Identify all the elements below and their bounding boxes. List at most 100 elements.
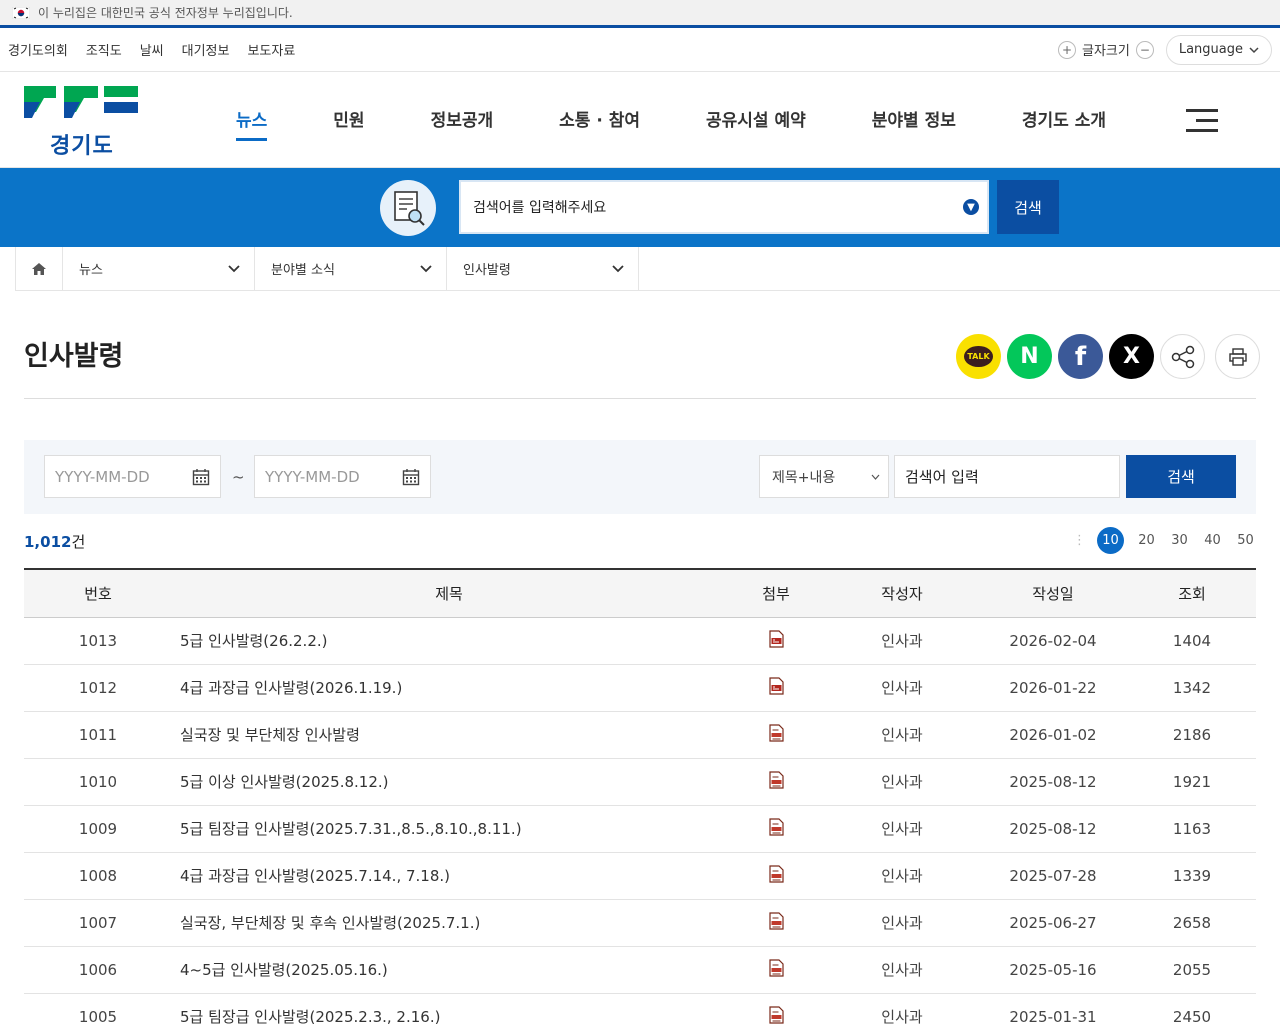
table-row[interactable]: 1007 실국장, 부단체장 및 후속 인사발령(2025.7.1.) 인사과 202…: [24, 899, 1256, 947]
table-row[interactable]: 1011 실국장 및 부단체장 인사발령 인사과 2026-01-02 2186: [24, 711, 1256, 759]
breadcrumb-news[interactable]: 뉴스: [63, 247, 255, 290]
x-label: X: [1123, 344, 1140, 369]
date-from-input[interactable]: YYYY-MM-DD: [44, 455, 221, 498]
table-row[interactable]: 1008 4급 과장급 인사발령(2025.7.14., 7.18.) 인사과 202…: [24, 852, 1256, 900]
pdf-file-icon[interactable]: [768, 676, 784, 695]
utility-link-air-quality[interactable]: 대기정보: [182, 40, 230, 59]
breadcrumb-field-news[interactable]: 분야별 소식: [255, 247, 447, 290]
nav-civil-petition[interactable]: 민원: [333, 106, 364, 131]
document-file-icon[interactable]: [768, 817, 784, 836]
chevron-down-icon: [612, 264, 624, 272]
gyeonggi-logo[interactable]: 경기도: [22, 84, 140, 159]
table-row[interactable]: 1013 5급 인사발령(26.2.2.) 인사과 2026-02-04 1404: [24, 617, 1256, 665]
row-title-link[interactable]: 5급 팀장급 인사발령(2025.2.3., 2.16.): [172, 993, 726, 1024]
home-icon[interactable]: [15, 247, 63, 290]
document-file-icon[interactable]: [768, 1005, 784, 1024]
table-row[interactable]: 1010 5급 이상 인사발령(2025.8.12.) 인사과 2025-08-12 1…: [24, 758, 1256, 806]
site-search-button[interactable]: 검색: [997, 180, 1059, 234]
font-decrease-icon[interactable]: −: [1135, 40, 1154, 59]
document-file-icon[interactable]: [768, 911, 784, 930]
row-number: 1005: [24, 993, 172, 1024]
nav-facility-reservation[interactable]: 공유시설 예약: [706, 106, 806, 131]
page-size-selector: ⋮ 10 20 30 40 50: [1073, 527, 1262, 554]
x-share-icon[interactable]: X: [1109, 334, 1154, 379]
calendar-icon[interactable]: [402, 468, 420, 486]
nav-info-disclosure[interactable]: 정보공개: [431, 106, 494, 131]
row-attachment: [726, 899, 826, 947]
chevron-down-icon: [1249, 46, 1259, 53]
page-size-50[interactable]: 50: [1229, 533, 1262, 548]
row-views: 2055: [1128, 946, 1256, 994]
table-row[interactable]: 1006 4~5급 인사발령(2025.05.16.) 인사과 2025-05-16 2…: [24, 946, 1256, 994]
menu-icon[interactable]: [1186, 109, 1218, 133]
page-size-40[interactable]: 40: [1196, 533, 1229, 548]
column-attachment: 첨부: [726, 568, 826, 618]
date-from-placeholder: YYYY-MM-DD: [55, 467, 150, 486]
date-to-input[interactable]: YYYY-MM-DD: [254, 455, 431, 498]
document-file-icon[interactable]: [768, 958, 784, 977]
font-increase-icon[interactable]: +: [1058, 40, 1076, 59]
nav-participation[interactable]: 소통 · 참여: [559, 106, 640, 131]
naver-share-icon[interactable]: N: [1007, 334, 1052, 379]
row-date: 2026-02-04: [978, 617, 1128, 665]
row-title-link[interactable]: 5급 인사발령(26.2.2.): [172, 617, 726, 665]
row-title-link[interactable]: 4~5급 인사발령(2025.05.16.): [172, 946, 726, 994]
utility-link-press[interactable]: 보도자료: [247, 40, 295, 59]
title-divider: [24, 398, 1256, 399]
page-size-20[interactable]: 20: [1130, 533, 1163, 548]
row-author: 인사과: [826, 711, 978, 759]
row-title-link[interactable]: 실국장 및 부단체장 인사발령: [172, 711, 726, 759]
share-buttons: TALK N f X: [956, 334, 1260, 379]
kakaotalk-share-icon[interactable]: TALK: [956, 334, 1001, 379]
date-to-placeholder: YYYY-MM-DD: [265, 467, 360, 486]
filter-search-button[interactable]: 검색: [1126, 455, 1236, 498]
print-icon[interactable]: [1215, 334, 1260, 379]
nav-news[interactable]: 뉴스: [236, 106, 268, 141]
row-title-link[interactable]: 4급 과장급 인사발령(2025.7.14., 7.18.): [172, 852, 726, 900]
nav-about-gyeonggi[interactable]: 경기도 소개: [1022, 106, 1106, 131]
table-row[interactable]: 1005 5급 팀장급 인사발령(2025.2.3., 2.16.) 인사과 2025…: [24, 993, 1256, 1024]
language-button[interactable]: Language: [1165, 34, 1272, 65]
row-title-link[interactable]: 5급 팀장급 인사발령(2025.7.31.,8.5.,8.10.,8.11.): [172, 805, 726, 853]
document-file-icon[interactable]: [768, 770, 784, 789]
row-author: 인사과: [826, 617, 978, 665]
row-author: 인사과: [826, 993, 978, 1024]
utility-link-org-chart[interactable]: 조직도: [86, 40, 122, 59]
font-size-control: + 글자크기 −: [1058, 40, 1154, 59]
calendar-icon[interactable]: [192, 468, 210, 486]
row-attachment: [726, 758, 826, 806]
search-band: 검색어를 입력해주세요 ▼ 검색: [0, 168, 1280, 247]
row-title-link[interactable]: 실국장, 부단체장 및 후속 인사발령(2025.7.1.): [172, 899, 726, 947]
nav-field-info[interactable]: 분야별 정보: [872, 106, 956, 131]
document-file-icon[interactable]: [768, 723, 784, 742]
row-views: 1921: [1128, 758, 1256, 806]
row-number: 1006: [24, 946, 172, 994]
table-row[interactable]: 1009 5급 팀장급 인사발령(2025.7.31.,8.5.,8.10.,8.…: [24, 805, 1256, 853]
breadcrumb-personnel[interactable]: 인사발령: [447, 247, 639, 290]
result-count-unit: 건: [71, 533, 86, 551]
page-size-10[interactable]: 10: [1097, 527, 1124, 554]
document-file-icon[interactable]: [768, 864, 784, 883]
share-link-icon[interactable]: [1160, 334, 1205, 379]
row-title-link[interactable]: 4급 과장급 인사발령(2026.1.19.): [172, 664, 726, 712]
table-row[interactable]: 1012 4급 과장급 인사발령(2026.1.19.) 인사과 2026-01-22…: [24, 664, 1256, 712]
pdf-file-icon[interactable]: [768, 629, 784, 648]
utility-link-weather[interactable]: 날씨: [140, 40, 164, 59]
gov-banner: 이 누리집은 대한민국 공식 전자정부 누리집입니다.: [0, 0, 1280, 25]
row-title-link[interactable]: 5급 이상 인사발령(2025.8.12.): [172, 758, 726, 806]
page-size-30[interactable]: 30: [1163, 533, 1196, 548]
date-range-separator: ~: [232, 468, 245, 486]
gov-banner-text: 이 누리집은 대한민국 공식 전자정부 누리집입니다.: [38, 6, 293, 20]
search-filter: YYYY-MM-DD ~ YYYY-MM-DD 제목+내용 검색어 입력 검색: [24, 440, 1256, 514]
search-scope-select[interactable]: 제목+내용: [759, 455, 889, 498]
row-date: 2025-08-12: [978, 758, 1128, 806]
keyword-input[interactable]: 검색어 입력: [894, 455, 1120, 498]
site-search-input[interactable]: 검색어를 입력해주세요 ▼: [459, 180, 989, 234]
search-dropdown-icon[interactable]: ▼: [963, 199, 979, 215]
facebook-share-icon[interactable]: f: [1058, 334, 1103, 379]
utility-bar: 경기도의회 조직도 날씨 대기정보 보도자료 + 글자크기 − Language: [0, 28, 1280, 72]
facebook-label: f: [1074, 341, 1087, 372]
utility-link-council[interactable]: 경기도의회: [8, 40, 68, 59]
document-search-icon: [380, 180, 436, 236]
row-author: 인사과: [826, 758, 978, 806]
